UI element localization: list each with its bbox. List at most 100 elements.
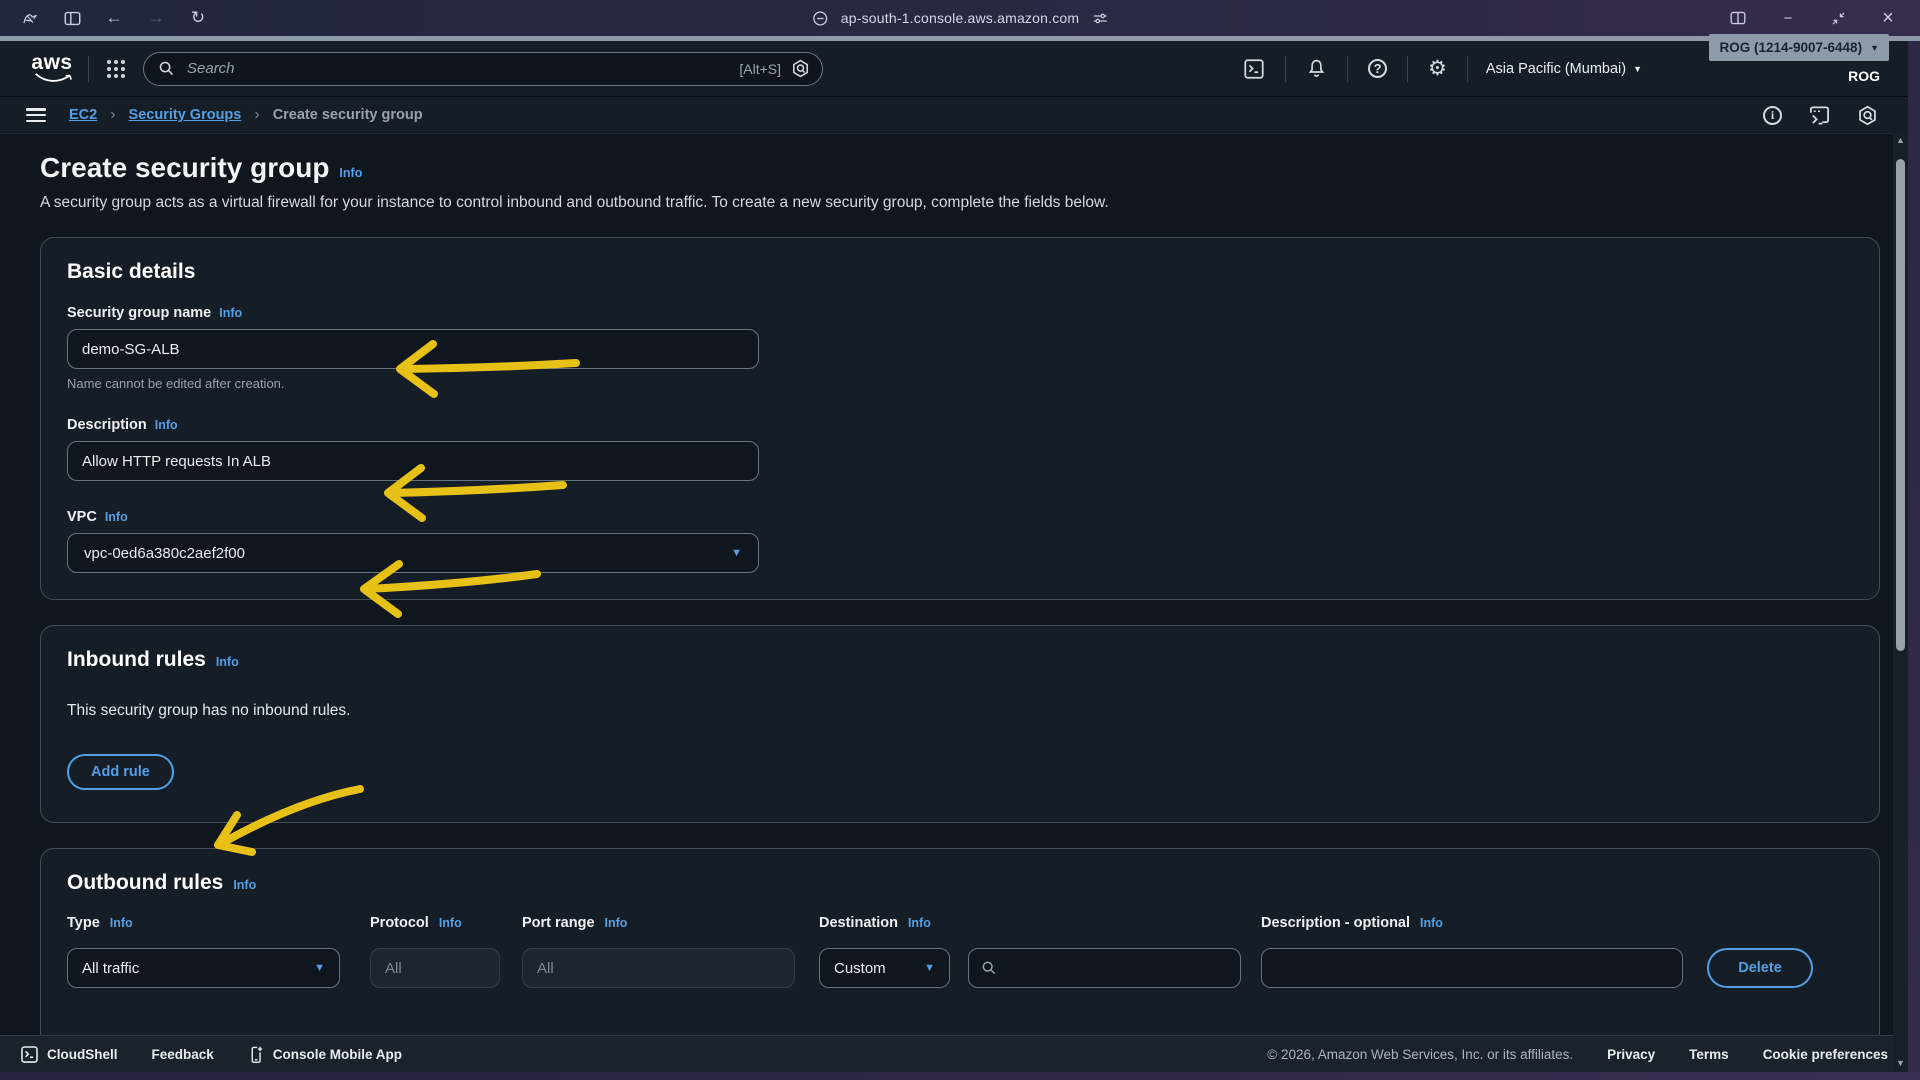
col-type-info-link[interactable]: Info [110,916,133,930]
add-rule-button[interactable]: Add rule [67,754,174,790]
minimize-button[interactable]: − [1774,5,1802,31]
page-title: Create security group [40,152,329,184]
outbound-description-input[interactable] [1261,948,1683,988]
vpc-info-link[interactable]: Info [105,510,128,524]
inbound-empty-text: This security group has no inbound rules… [67,702,1853,720]
inbound-rules-panel: Inbound rules Info This security group h… [40,625,1880,823]
search-shortcut: [Alt+S] [739,61,781,77]
outbound-destination-type-value: Custom [834,960,886,977]
chevron-down-icon: ▼ [1870,43,1879,53]
sg-description-input[interactable] [67,441,759,481]
chevron-down-icon: ▼ [731,547,742,559]
menu-hamburger-icon[interactable] [26,108,46,122]
page-description: A security group acts as a virtual firew… [40,194,1880,212]
col-description-info-link[interactable]: Info [1420,916,1443,930]
search-icon [158,60,175,77]
browser-titlebar: ← → ↻ ap-south-1.console.aws.amazon.com … [0,0,1920,36]
tune-icon[interactable] [1091,10,1108,27]
scrollbar-thumb[interactable] [1896,159,1905,651]
notifications-bell-icon[interactable] [1286,58,1347,79]
basic-details-heading: Basic details [67,260,195,284]
chevron-down-icon: ▼ [924,962,935,974]
page-info-link[interactable]: Info [339,166,362,180]
outbound-destination-search[interactable] [968,948,1241,988]
outbound-port-range-field: All [522,948,795,988]
footer-feedback[interactable]: Feedback [152,1047,214,1062]
breadcrumb-security-groups-link[interactable]: Security Groups [129,107,242,123]
forward-button[interactable]: → [142,5,170,31]
search-input[interactable] [185,59,729,78]
col-destination-label: Destination [819,915,898,931]
window-edge-bottom [0,1072,1920,1080]
sg-name-info-link[interactable]: Info [219,306,242,320]
url-bar[interactable]: ap-south-1.console.aws.amazon.com [812,0,1109,36]
help-icon[interactable]: ? [1348,59,1407,78]
footer-mobile-app[interactable]: Console Mobile App [248,1045,402,1064]
amazon-q-icon[interactable] [1857,105,1878,126]
page-scrollbar[interactable]: ▲ ▼ [1893,133,1908,1072]
col-port-range-label: Port range [522,915,595,931]
services-grid-icon[interactable] [107,60,125,78]
basic-details-panel: Basic details Security group name Info N… [40,237,1880,600]
region-selector[interactable]: Asia Pacific (Mumbai) ▼ [1468,61,1652,77]
footer-terms-link[interactable]: Terms [1689,1047,1729,1062]
breadcrumb-separator: › [254,106,259,124]
window-edge [1908,41,1920,1080]
aws-logo-text: aws [31,54,72,72]
settings-gear-icon[interactable]: ⚙ [1408,58,1467,79]
region-label: Asia Pacific (Mumbai) [1486,61,1626,77]
restore-button[interactable] [1824,5,1852,31]
outbound-rules-heading: Outbound rules [67,871,223,895]
inbound-rules-heading: Inbound rules [67,648,206,672]
feedback-window-icon[interactable] [1808,105,1831,126]
sg-name-label: Security group name [67,305,211,321]
main-content: Create security group Info A security gr… [0,152,1920,1068]
sg-name-input[interactable] [67,329,759,369]
footer-cookie-link[interactable]: Cookie preferences [1763,1047,1888,1062]
footer-cloudshell[interactable]: CloudShell [20,1045,118,1064]
chevron-down-icon: ▼ [314,962,325,974]
split-view-icon[interactable] [1724,5,1752,31]
sg-description-label: Description [67,417,147,433]
delete-rule-button[interactable]: Delete [1707,948,1813,988]
vpc-select[interactable]: vpc-0ed6a380c2aef2f00 ▼ [67,533,759,573]
console-search[interactable]: [Alt+S] [143,52,823,86]
col-description-label: Description - optional [1261,915,1410,931]
aws-console-header: aws [Alt+S] [0,41,1920,97]
sg-description-info-link[interactable]: Info [155,418,178,432]
outbound-destination-type-select[interactable]: Custom ▼ [819,948,950,988]
chevron-down-icon: ▼ [1633,64,1642,74]
breadcrumb-ec2-link[interactable]: EC2 [69,107,97,123]
col-type-label: Type [67,915,100,931]
vpc-select-value: vpc-0ed6a380c2aef2f00 [84,545,245,562]
outbound-type-select[interactable]: All traffic ▼ [67,948,340,988]
breadcrumb: EC2 › Security Groups › Create security … [0,97,1920,134]
outbound-protocol-field: All [370,948,500,988]
breadcrumb-separator: › [110,106,115,124]
sg-name-helper: Name cannot be edited after creation. [67,376,1853,391]
reload-button[interactable]: ↻ [184,5,212,31]
amazon-q-icon [791,59,810,78]
footer-privacy-link[interactable]: Privacy [1607,1047,1655,1062]
scroll-down-icon[interactable]: ▼ [1896,1056,1905,1070]
account-menu[interactable]: ROG (1214-9007-6448) ▼ [1709,34,1889,61]
account-short-name: ROG [1848,68,1880,84]
sidebar-toggle-icon[interactable] [58,5,86,31]
close-button[interactable]: × [1874,5,1902,31]
col-port-info-link[interactable]: Info [605,916,628,930]
col-protocol-label: Protocol [370,915,429,931]
aws-logo[interactable]: aws [30,54,74,84]
back-button[interactable]: ← [100,5,128,31]
tab-strip [0,36,1920,41]
col-protocol-info-link[interactable]: Info [439,916,462,930]
header-separator [88,56,89,82]
outbound-info-link[interactable]: Info [233,878,256,892]
cloudshell-icon[interactable] [1223,58,1285,80]
cloudshell-icon [20,1045,39,1064]
info-icon[interactable]: i [1763,106,1782,125]
scroll-up-icon[interactable]: ▲ [1896,133,1905,147]
inbound-info-link[interactable]: Info [216,655,239,669]
col-destination-info-link[interactable]: Info [908,916,931,930]
console-footer: CloudShell Feedback Console Mobile App ©… [0,1035,1908,1072]
copyright-text: © 2026, Amazon Web Services, Inc. or its… [1267,1047,1573,1062]
